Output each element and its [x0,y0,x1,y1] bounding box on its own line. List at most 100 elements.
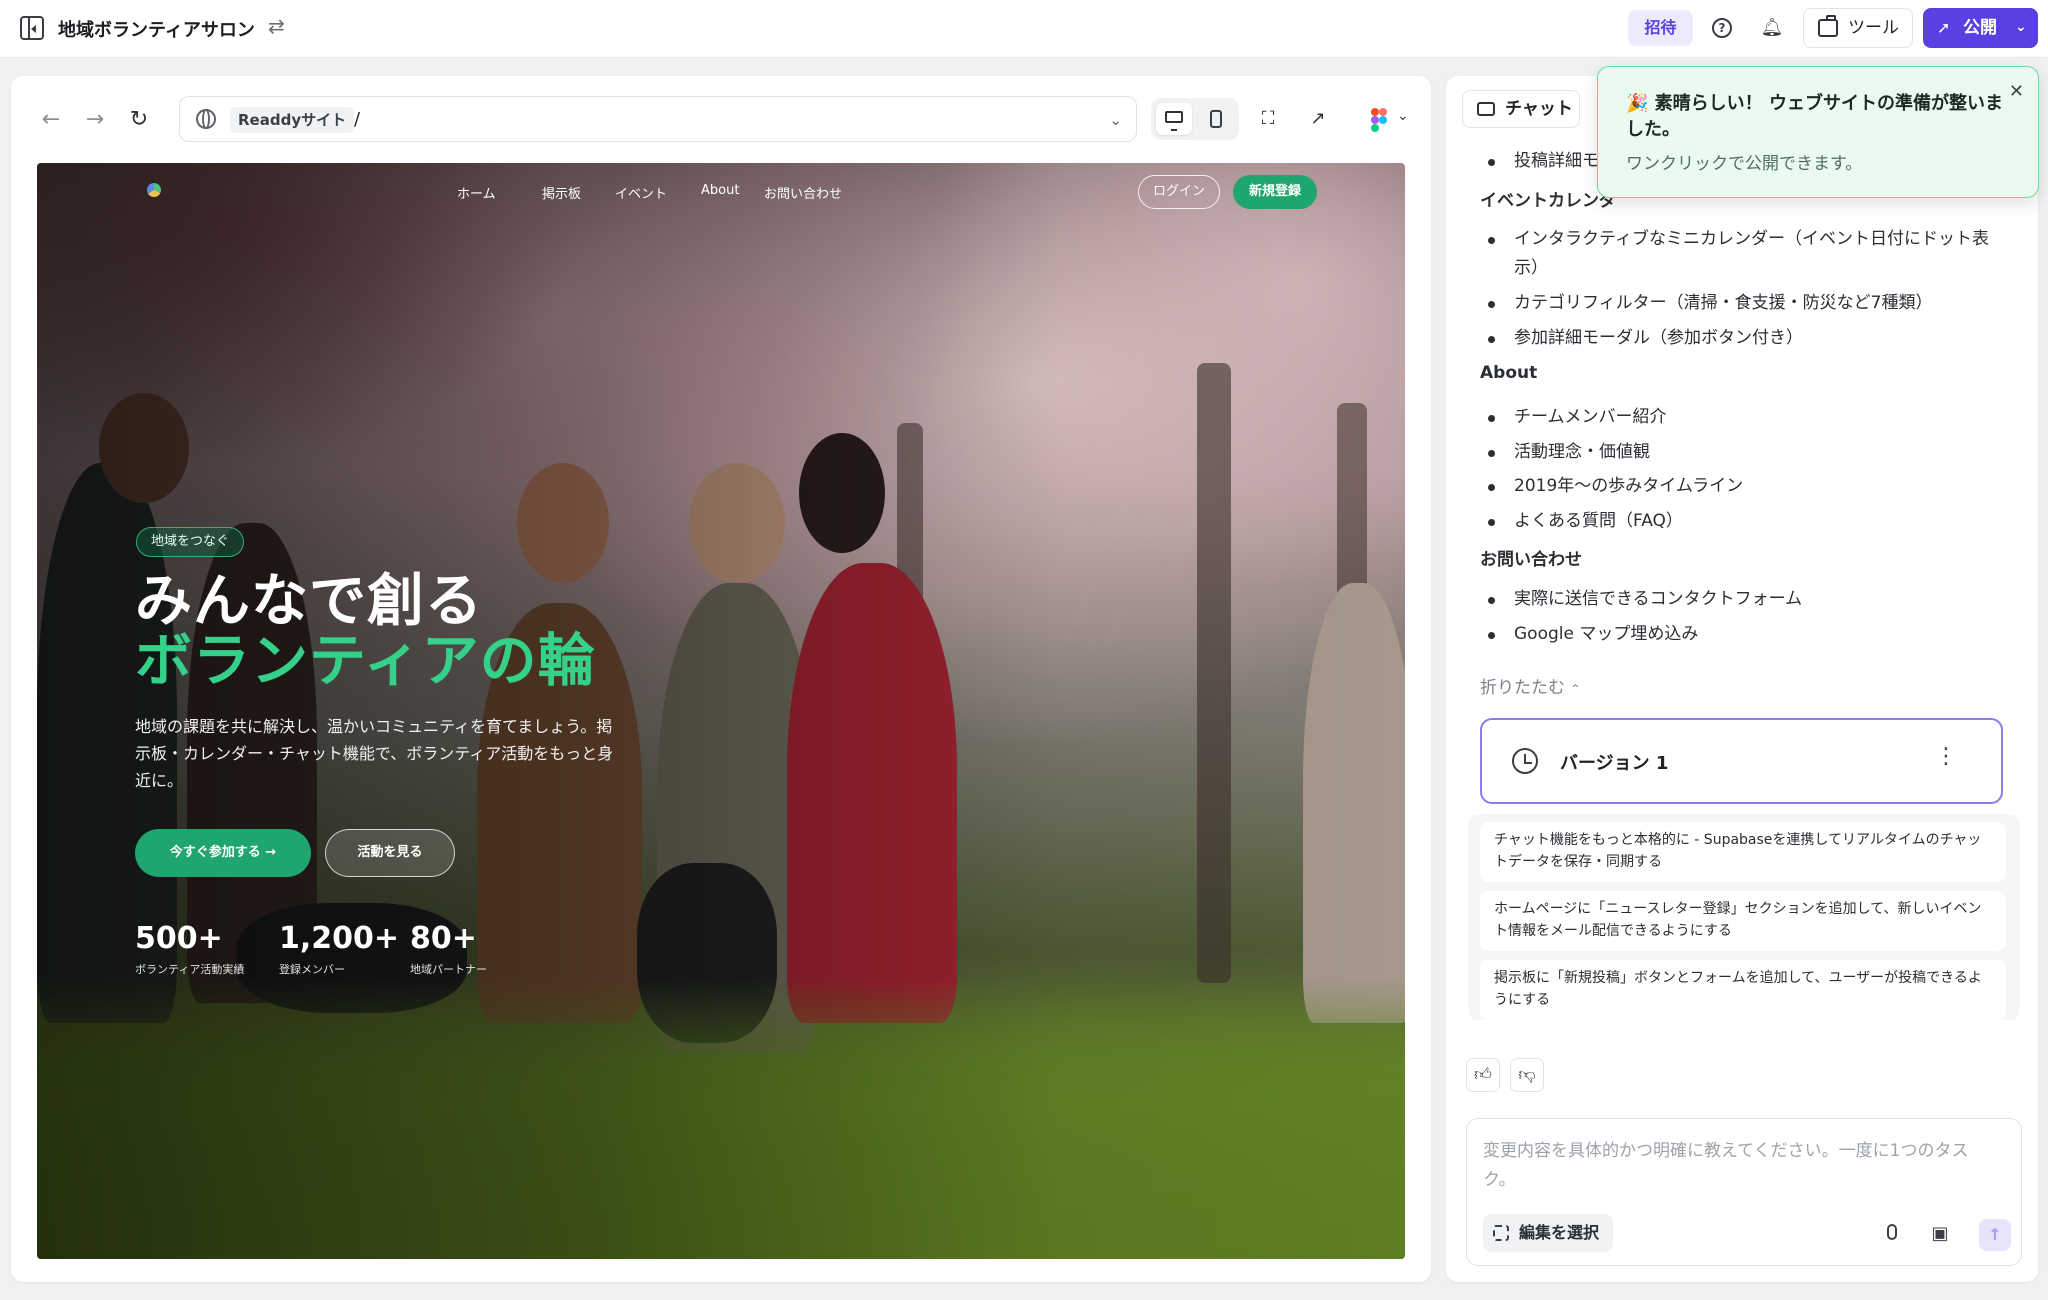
toolbox-icon [1818,15,1838,37]
thumbs-down-icon[interactable]: 👎︎ [1510,1058,1544,1092]
rocket-icon: ➚ [1937,18,1951,37]
chat-composer[interactable]: 変更内容を具体的かつ明確に教えてください。一度に1つのタスク。 編集を選択 ▣ … [1466,1118,2022,1266]
more-vertical-icon[interactable]: ⋮ [1935,742,1957,772]
suggestion-item[interactable]: チャット機能をもっと本格的に - Supabaseを連携してリアルタイムのチャッ… [1480,822,2006,882]
site-hero: ホーム 掲示板 イベント About お問い合わせ ログイン 新規登録 地域をつ… [37,163,1405,1259]
site-nav: ホーム 掲示板 イベント About お問い合わせ ログイン 新規登録 [37,163,1405,223]
chat-list-item: 投稿詳細モ [1514,151,1599,171]
suggestions: チャット機能をもっと本格的に - Supabaseを連携してリアルタイムのチャッ… [1468,814,2020,1020]
phone-icon [1210,110,1222,128]
collapse-toggle[interactable]: 折りたたむ ⌃ [1480,673,1580,698]
bullet [1488,336,1495,343]
forward-arrow-icon[interactable]: → [79,104,111,136]
external-link-icon[interactable]: ↗ [1303,104,1333,134]
stat-value: 80+ [410,921,477,956]
reload-icon[interactable]: ↻ [123,104,155,136]
chat-list-item: 実際に送信できるコンタクトフォーム [1514,589,1803,609]
chat-list-item: 2019年〜の歩みタイムライン [1514,476,1744,496]
project-title: 地域ボランティアサロン [58,20,255,41]
mobile-view-button[interactable] [1198,103,1234,135]
desktop-view-button[interactable] [1156,103,1192,135]
tools-button[interactable]: ツール [1803,8,1913,48]
suggestion-item[interactable]: ホームページに「ニュースレター登録」セクションを追加して、新しいイベント情報をメ… [1480,891,2006,951]
bullet [1488,597,1495,604]
chat-section-heading: About [1480,363,1538,383]
join-now-button[interactable]: 今すぐ参加する → [135,829,311,877]
chat-list-item-cont: 示） [1514,258,1548,278]
close-icon[interactable]: ✕ [2009,81,2024,102]
globe-icon [196,109,216,129]
chat-section-heading: イベントカレンダ [1480,191,1616,211]
site-nav-contact[interactable]: お問い合わせ [764,183,842,202]
image-icon[interactable]: ▣ [1925,1219,1955,1249]
back-arrow-icon[interactable]: ← [35,104,67,136]
stat-label: 登録メンバー [279,963,345,976]
site-nav-events[interactable]: イベント [615,183,667,202]
site-login-button[interactable]: ログイン [1138,175,1220,209]
sidebar-toggle-icon[interactable] [20,16,44,40]
bullet [1488,484,1495,491]
history-icon [1512,748,1538,774]
chat-tab[interactable]: チャット [1462,90,1580,128]
publish-button[interactable]: ➚ 公開 ⌄ [1923,8,2038,48]
chat-list-item: よくある質問（FAQ） [1514,511,1683,531]
composer-input[interactable]: 変更内容を具体的かつ明確に教えてください。一度に1つのタスク。 [1483,1137,1993,1195]
stat-label: 地域パートナー [410,963,487,976]
help-icon[interactable]: ? [1708,14,1736,42]
bullet [1488,450,1495,457]
chevron-down-icon: ⌄ [2015,19,2027,35]
toast-title: 🎉 素晴らしい！ ウェブサイトの準備が整いました。 [1626,93,2003,140]
hero-overlay [37,163,1405,1259]
fullscreen-icon[interactable]: ⛶ [1253,104,1283,134]
chat-list-item: チームメンバー紹介 [1514,407,1667,427]
chevron-down-icon[interactable]: ⌄ [1109,107,1122,133]
chat-section-heading: お問い合わせ [1480,550,1582,570]
stat-value: 500+ [135,921,223,956]
chat-list-item: 参加詳細モーダル（参加ボタン付き） [1514,328,1803,348]
swap-icon[interactable]: ⇄ [268,14,285,38]
stat-value: 1,200+ [279,921,400,956]
site-logo-icon[interactable] [147,183,161,197]
bullet [1488,519,1495,526]
view-activities-button[interactable]: 活動を見る [325,829,455,877]
stat-label: ボランティア活動実績 [135,963,245,976]
toast-subtitle: ワンクリックで公開できます。 [1626,154,1863,174]
url-bar[interactable]: Readdyサイト / ⌄ [179,96,1137,142]
bullet [1488,301,1495,308]
site-nav-board[interactable]: 掲示板 [542,183,581,202]
chat-panel: チャット 投稿詳細モ イベントカレンダ インタラクティブなミニカレンダー（イベン… [1446,76,2038,1282]
site-nav-about[interactable]: About [701,183,739,198]
chat-bubble-icon [1477,102,1495,116]
chat-list-item: カテゴリフィルター（清掃・食支援・防災など7種類） [1514,293,1933,313]
tools-label: ツール [1848,18,1899,38]
suggestion-item[interactable]: 掲示板に「新規投稿」ボタンとフォームを追加して、ユーザーが投稿できるようにする [1480,960,2006,1020]
bell-icon[interactable]: 🔔︎ [1758,14,1786,42]
figma-export-button[interactable]: ⌄ [1361,104,1421,134]
chevron-up-icon: ⌃ [1570,682,1581,696]
hero-headline: みんなで創る [135,568,483,634]
chat-list-item: Google マップ埋め込み [1514,624,1699,644]
send-button[interactable]: ↑ [1979,1219,2011,1251]
site-nav-home[interactable]: ホーム [457,183,496,202]
chevron-down-icon: ⌄ [1397,108,1409,124]
thumbs-up-icon[interactable]: 👍︎ [1466,1058,1500,1092]
url-site-chip: Readdyサイト [230,107,355,133]
version-card[interactable]: バージョン 1 ⋮ [1480,718,2003,804]
monitor-icon [1165,111,1183,131]
top-bar: 地域ボランティアサロン ⇄ 招待 ? 🔔︎ ツール ➚ 公開 ⌄ [0,0,2048,58]
hero-headline-accent: ボランティアの輪 [135,628,596,694]
select-area-icon [1493,1225,1509,1241]
chat-list-item: 活動理念・価値観 [1514,442,1650,462]
select-edit-button[interactable]: 編集を選択 [1483,1214,1613,1252]
bullet [1488,159,1495,166]
bullet [1488,632,1495,639]
site-signup-button[interactable]: 新規登録 [1233,175,1317,209]
device-toggle [1151,98,1239,140]
microphone-icon[interactable] [1877,1219,1907,1249]
preview-pane: ← → ↻ Readdyサイト / ⌄ ⛶ ↗ ⌄ ホーム 掲示板 イベント A… [11,76,1431,1282]
url-path: / [354,109,361,130]
bullet [1488,415,1495,422]
bullet [1488,237,1495,244]
invite-button[interactable]: 招待 [1628,10,1693,46]
success-toast: 🎉 素晴らしい！ ウェブサイトの準備が整いました。 ワンクリックで公開できます。… [1597,66,2039,198]
